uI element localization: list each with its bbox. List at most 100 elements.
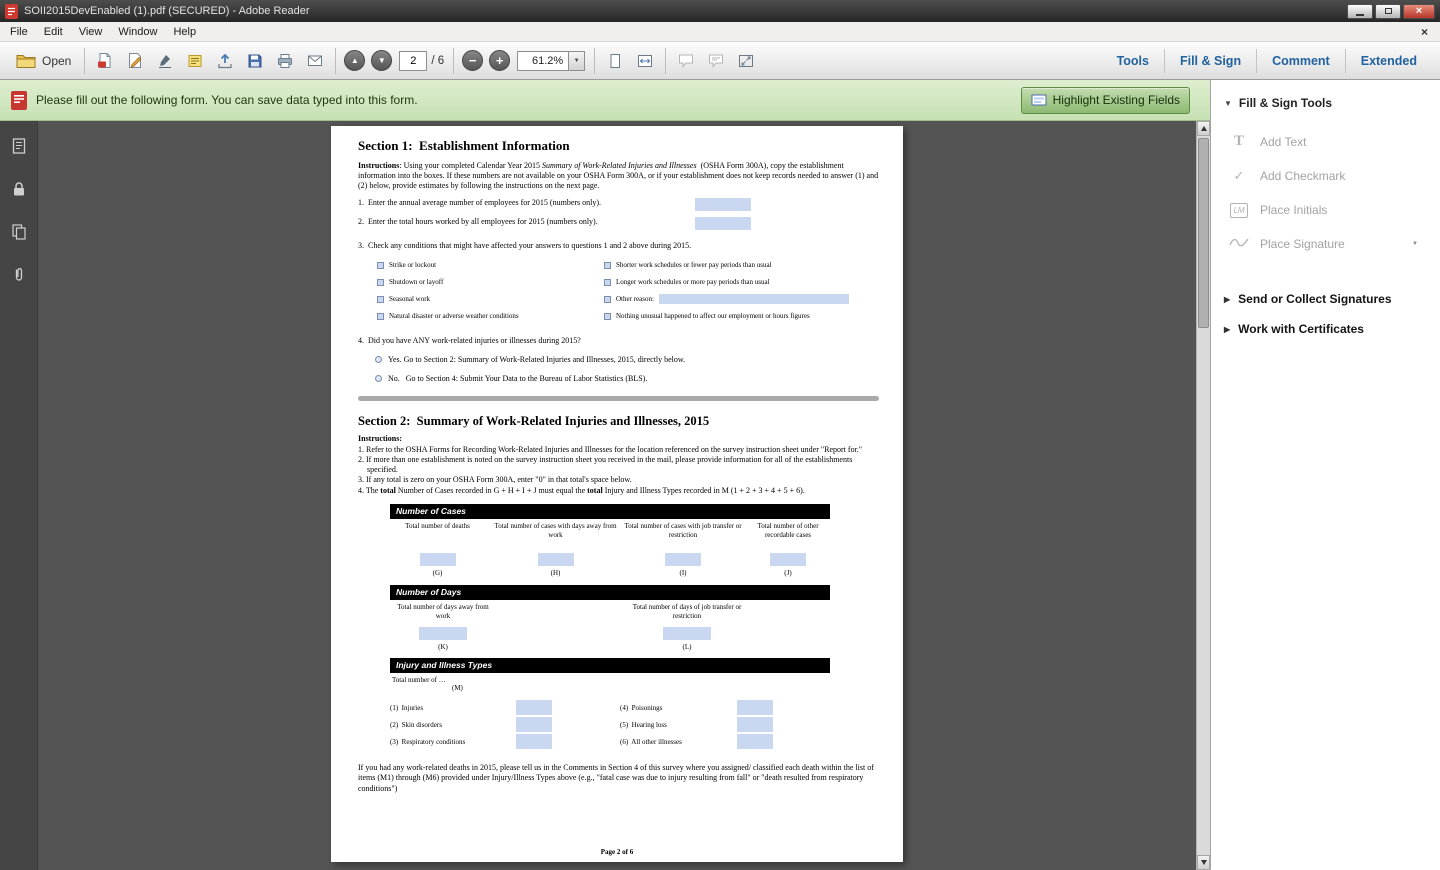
days-job-transfer-field[interactable] xyxy=(663,627,711,640)
zoom-dropdown-button[interactable]: ▼ xyxy=(569,51,585,71)
menu-window[interactable]: Window xyxy=(110,23,165,41)
respiratory-conditions-field[interactable] xyxy=(516,734,552,749)
signature-chevron-down-icon[interactable]: ▼ xyxy=(1412,241,1418,247)
pages-panel-button[interactable] xyxy=(7,219,31,245)
other-recordable-cases-field[interactable] xyxy=(770,553,806,566)
checkbox-other-reason[interactable] xyxy=(604,296,611,303)
number-of-cases-table: Number of Cases Total number of deaths (… xyxy=(390,504,830,581)
print-icon xyxy=(277,53,293,69)
place-initials-tool[interactable]: LM Place Initials xyxy=(1211,193,1440,227)
comment-tab[interactable]: Comment xyxy=(1257,42,1345,79)
page-thumbnails-button[interactable] xyxy=(7,133,31,159)
scroll-down-icon xyxy=(1201,860,1207,865)
email-button[interactable] xyxy=(300,47,330,75)
radio-yes[interactable] xyxy=(375,356,382,363)
open-label: Open xyxy=(42,54,71,68)
toolbar-separator xyxy=(84,48,85,74)
total-hours-field[interactable] xyxy=(695,217,751,230)
toolbar-right-tabs: Tools Fill & Sign Comment Extended xyxy=(1102,42,1432,79)
skin-disorders-field[interactable] xyxy=(516,717,552,732)
zoom-in-button[interactable]: + xyxy=(489,50,510,71)
all-other-illnesses-field[interactable] xyxy=(737,734,773,749)
fill-sign-tab[interactable]: Fill & Sign xyxy=(1165,42,1256,79)
zoom-out-button[interactable]: − xyxy=(462,50,483,71)
question-1-row: 1. Enter the annual average number of em… xyxy=(358,198,879,212)
menu-file[interactable]: File xyxy=(2,23,36,41)
checkbox-natural-disaster[interactable] xyxy=(377,313,384,320)
checkbox-shutdown-or-layoff[interactable] xyxy=(377,279,384,286)
single-page-view-button[interactable] xyxy=(600,47,630,75)
fullscreen-icon xyxy=(738,53,754,69)
checkbox-shorter-schedules[interactable] xyxy=(604,262,611,269)
menu-view[interactable]: View xyxy=(71,23,111,41)
checkbox-nothing-unusual[interactable] xyxy=(604,313,611,320)
window-controls: × xyxy=(1347,4,1435,19)
work-with-certificates-section[interactable]: ▶ Work with Certificates xyxy=(1211,314,1440,344)
menu-edit[interactable]: Edit xyxy=(36,23,71,41)
create-pdf-button[interactable] xyxy=(90,47,120,75)
highlight-existing-fields-button[interactable]: Highlight Existing Fields xyxy=(1021,87,1190,114)
scroll-up-button[interactable] xyxy=(1197,121,1210,136)
send-or-collect-signatures-section[interactable]: ▶ Send or Collect Signatures xyxy=(1211,284,1440,314)
restore-button[interactable] xyxy=(1375,4,1401,19)
type-row: (5) Hearing loss xyxy=(620,717,830,734)
number-of-days-table: Number of Days Total number of days away… xyxy=(390,585,830,654)
scrollbar-thumb[interactable] xyxy=(1198,138,1209,328)
toolbar-separator xyxy=(453,48,454,74)
poisonings-field[interactable] xyxy=(737,700,773,715)
other-reason-field[interactable] xyxy=(659,294,849,304)
fill-sign-tools-header[interactable]: ▼ Fill & Sign Tools xyxy=(1211,80,1440,124)
total-deaths-field[interactable] xyxy=(420,553,456,566)
days-away-field[interactable] xyxy=(419,627,467,640)
fullscreen-button[interactable] xyxy=(731,47,761,75)
comment-bubble-button[interactable] xyxy=(671,47,701,75)
checkbox-row: Strike or lockout xyxy=(377,257,604,274)
sticky-note-button[interactable] xyxy=(180,47,210,75)
hearing-loss-field[interactable] xyxy=(737,717,773,732)
security-settings-button[interactable] xyxy=(7,176,31,202)
minimize-button[interactable] xyxy=(1347,4,1373,19)
form-message: Please fill out the following form. You … xyxy=(36,93,418,107)
cases-column-i: Total number of cases with job transfer … xyxy=(623,522,743,578)
scroll-down-button[interactable] xyxy=(1197,855,1210,870)
sign-document-button[interactable] xyxy=(150,47,180,75)
cases-job-transfer-field[interactable] xyxy=(665,553,701,566)
toolbar-separator xyxy=(665,48,666,74)
place-signature-tool[interactable]: Place Signature ▼ xyxy=(1211,227,1440,260)
fit-width-button[interactable] xyxy=(630,47,660,75)
edit-form-button[interactable] xyxy=(120,47,150,75)
restore-icon xyxy=(1385,8,1392,14)
page-number-input[interactable] xyxy=(399,51,427,71)
types-column-right: (4) Poisonings (5) Hearing loss (6) All … xyxy=(620,700,830,751)
edit-form-icon xyxy=(127,52,143,69)
annotate-button[interactable] xyxy=(701,47,731,75)
save-icon xyxy=(247,53,263,69)
checkbox-seasonal-work[interactable] xyxy=(377,296,384,303)
print-button[interactable] xyxy=(270,47,300,75)
tools-tab[interactable]: Tools xyxy=(1102,42,1164,79)
save-file-button[interactable] xyxy=(240,47,270,75)
zoom-level-value[interactable]: 61.2% xyxy=(517,51,569,71)
checkbox-longer-schedules[interactable] xyxy=(604,279,611,286)
attachments-button[interactable] xyxy=(7,262,31,288)
open-button[interactable]: Open xyxy=(8,49,79,73)
menu-bar: File Edit View Window Help × xyxy=(0,22,1440,42)
share-icon xyxy=(217,53,233,69)
menu-close-icon[interactable]: × xyxy=(1411,25,1438,39)
radio-no[interactable] xyxy=(375,375,382,382)
share-file-button[interactable] xyxy=(210,47,240,75)
injuries-field[interactable] xyxy=(516,700,552,715)
cases-days-away-field[interactable] xyxy=(538,553,574,566)
extended-tab[interactable]: Extended xyxy=(1346,42,1432,79)
checkbox-strike-or-lockout[interactable] xyxy=(377,262,384,269)
close-button[interactable]: × xyxy=(1403,4,1435,19)
previous-page-button[interactable]: ▲ xyxy=(344,50,365,71)
add-checkmark-tool[interactable]: ✓ Add Checkmark xyxy=(1211,159,1440,193)
page-count-label: / 6 xyxy=(431,55,444,67)
arrow-down-icon: ▼ xyxy=(378,57,386,65)
plus-icon: + xyxy=(496,54,504,67)
next-page-button[interactable]: ▼ xyxy=(371,50,392,71)
employees-count-field[interactable] xyxy=(695,198,751,211)
menu-help[interactable]: Help xyxy=(165,23,204,41)
add-text-tool[interactable]: T Add Text xyxy=(1211,124,1440,159)
